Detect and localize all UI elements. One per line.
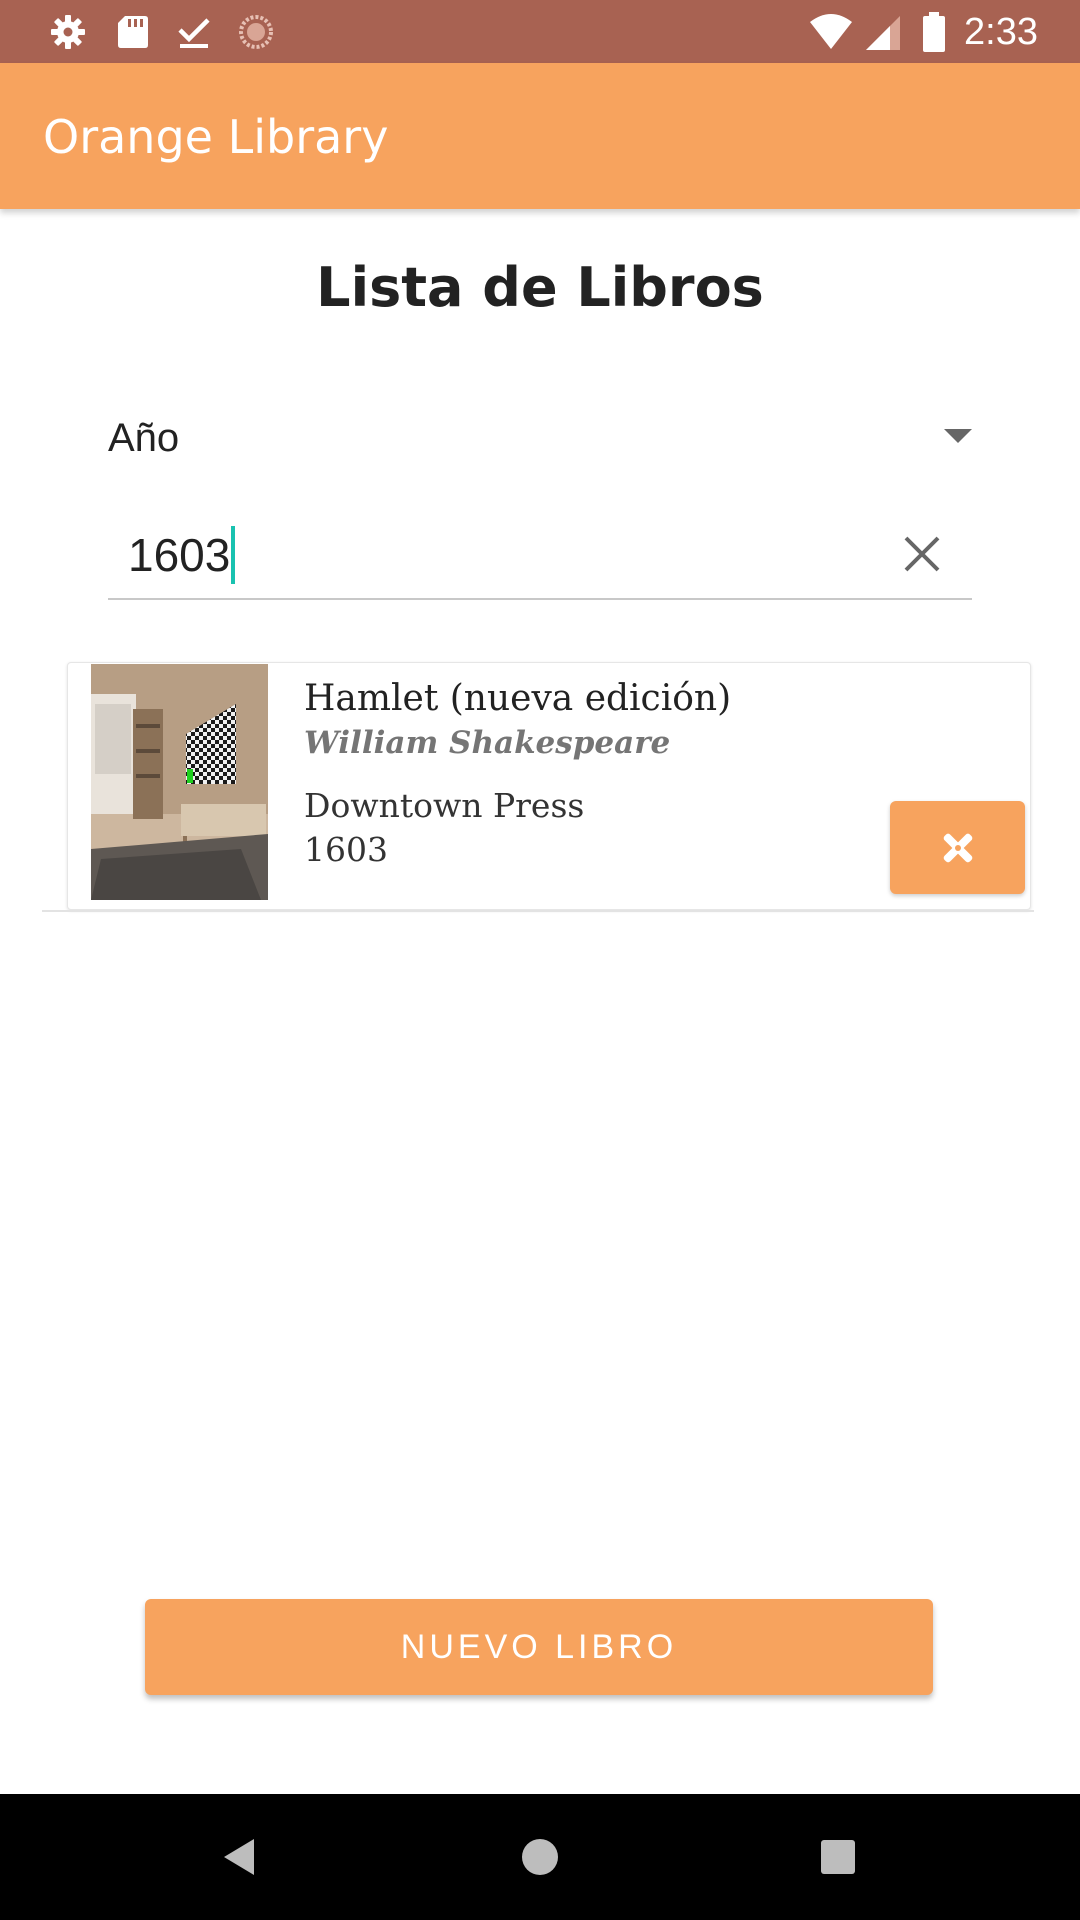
filter-dropdown-value: Año bbox=[108, 416, 180, 460]
status-time: 2:33 bbox=[964, 11, 1038, 53]
chevron-down-icon bbox=[944, 429, 972, 443]
close-icon[interactable] bbox=[902, 534, 942, 574]
filter-dropdown[interactable]: Año bbox=[108, 405, 972, 475]
recents-icon[interactable] bbox=[810, 1829, 866, 1885]
status-bar: 2:33 bbox=[0, 0, 1080, 63]
app-bar: Orange Library bbox=[0, 63, 1080, 209]
battery-icon bbox=[923, 12, 945, 52]
book-publisher: Downtown Press bbox=[304, 786, 585, 825]
page-title: Lista de Libros bbox=[316, 256, 764, 319]
new-book-button[interactable]: NUEVO LIBRO bbox=[145, 1599, 933, 1695]
list-divider bbox=[42, 910, 1034, 912]
sync-icon bbox=[239, 15, 273, 49]
wifi-icon bbox=[810, 14, 852, 49]
text-caret bbox=[231, 526, 236, 584]
app-title: Orange Library bbox=[43, 110, 389, 164]
edit-tools-icon bbox=[943, 833, 973, 863]
edit-book-button[interactable] bbox=[890, 801, 1025, 894]
book-author: William Shakespeare bbox=[304, 725, 671, 761]
book-title: Hamlet (nueva edición) bbox=[304, 678, 732, 719]
navigation-bar bbox=[0, 1794, 1080, 1920]
book-year: 1603 bbox=[304, 830, 388, 869]
search-input-value: 1603 bbox=[128, 526, 236, 584]
home-icon[interactable] bbox=[512, 1829, 568, 1885]
back-icon[interactable] bbox=[212, 1829, 268, 1885]
sd-card-icon bbox=[118, 16, 148, 48]
book-cover-image bbox=[91, 664, 268, 900]
new-book-button-label: NUEVO LIBRO bbox=[400, 1628, 678, 1666]
signal-icon bbox=[866, 16, 900, 50]
list-item[interactable]: Hamlet (nueva edición) William Shakespea… bbox=[67, 662, 1031, 910]
settings-icon bbox=[51, 15, 85, 49]
search-input[interactable]: 1603 bbox=[108, 520, 972, 600]
download-done-icon bbox=[178, 18, 210, 48]
